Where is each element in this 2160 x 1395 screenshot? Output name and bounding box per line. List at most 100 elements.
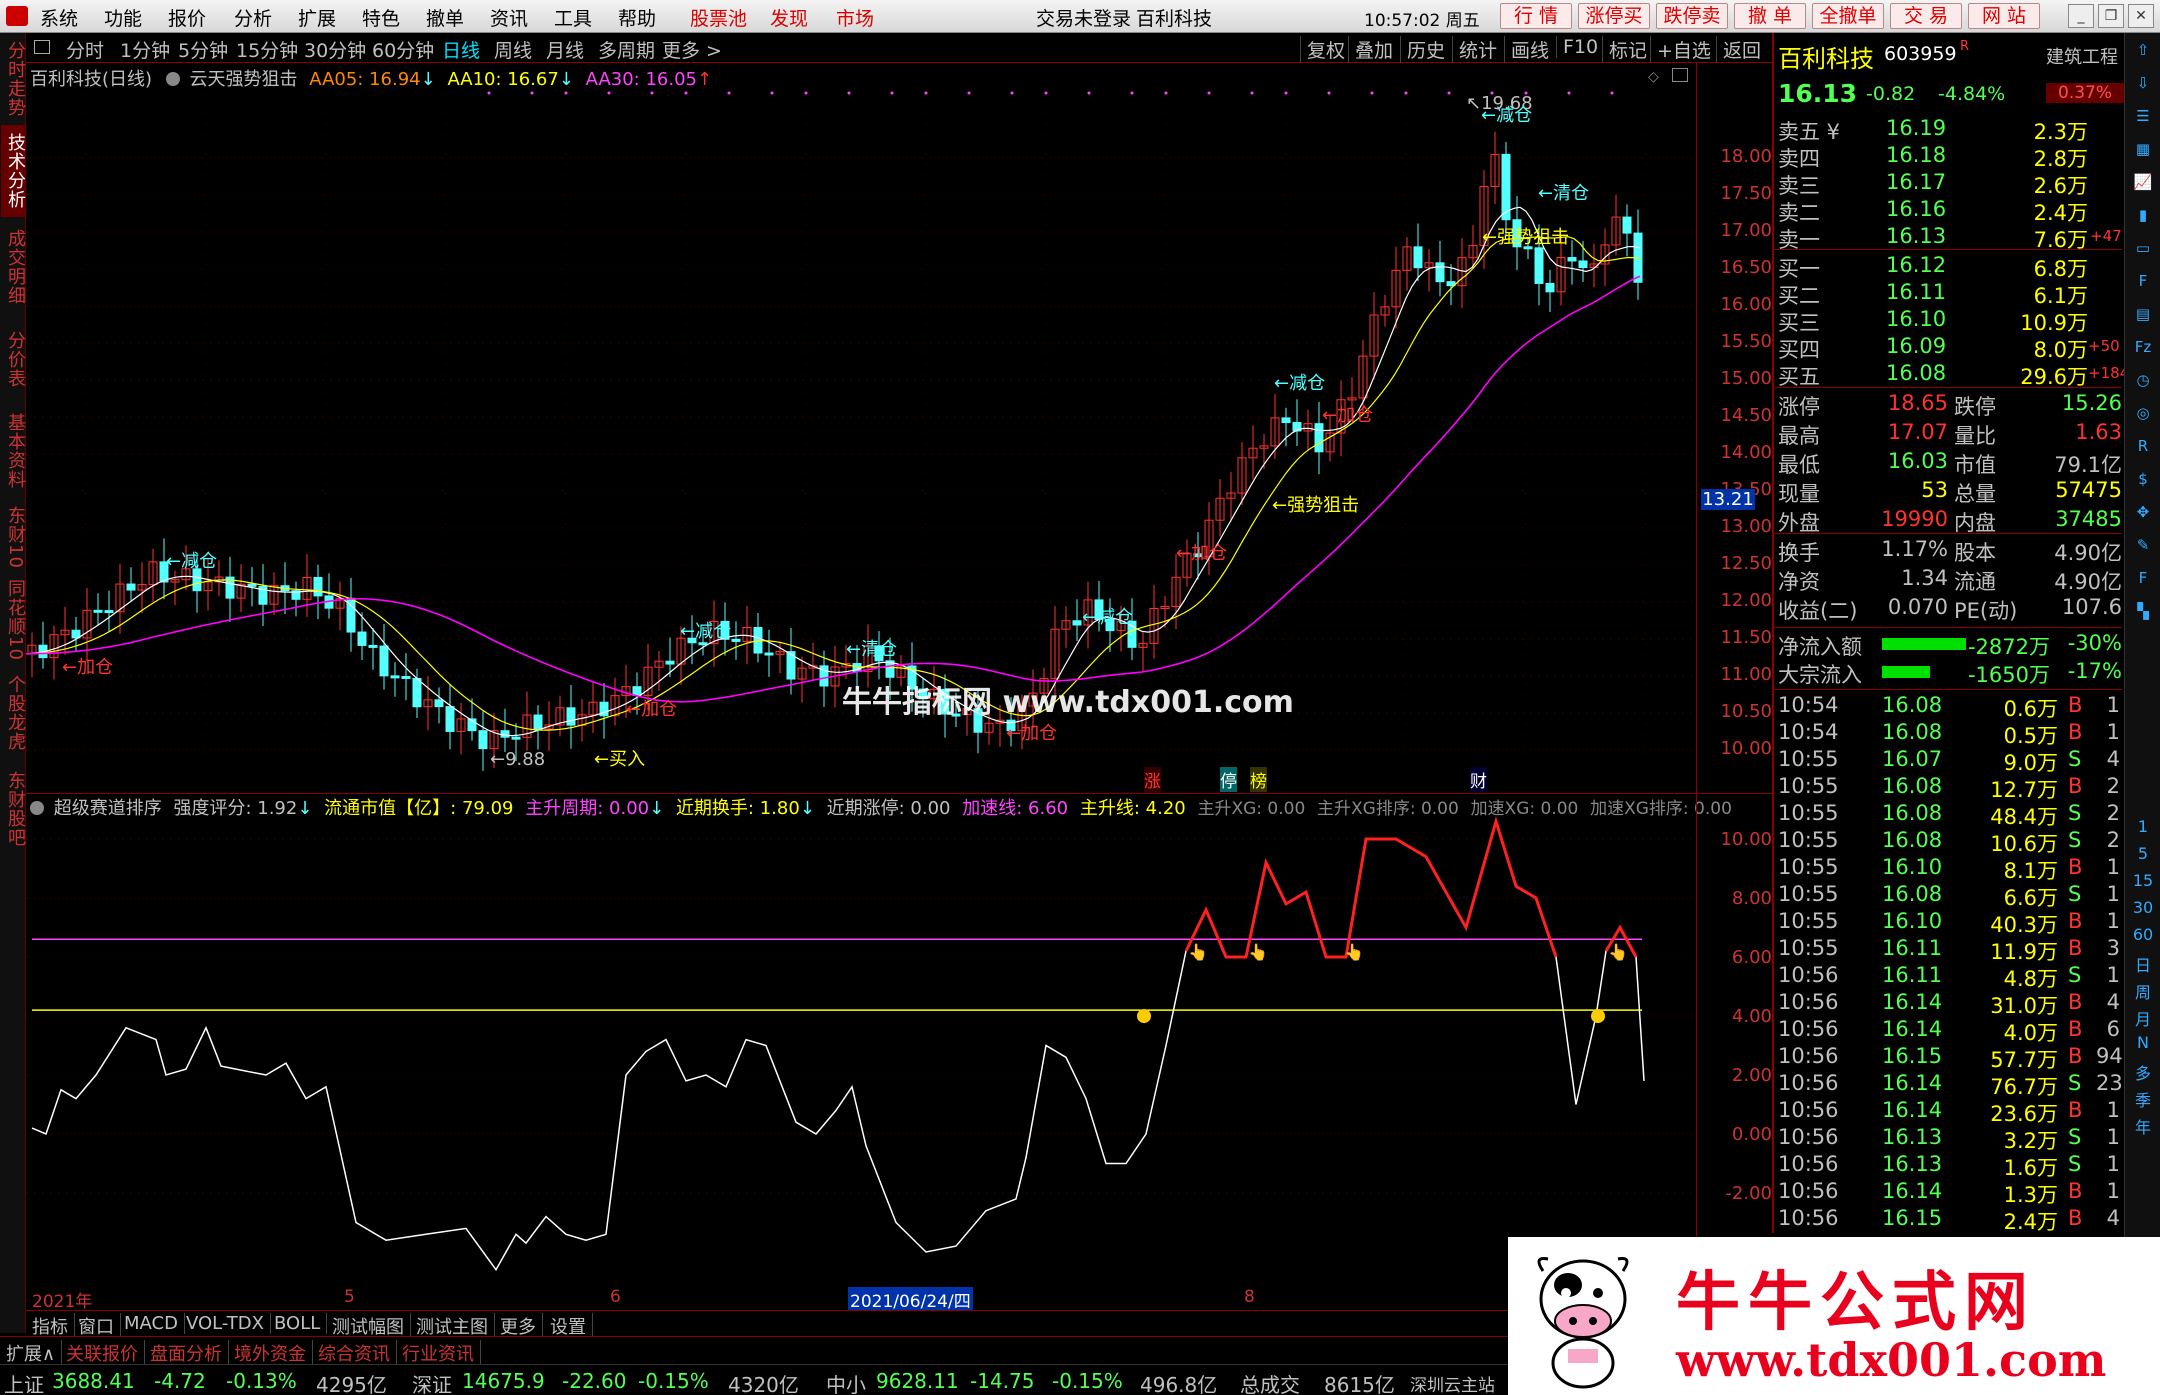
tab-price-table[interactable]: 分价表: [1, 317, 26, 401]
tool-history[interactable]: 历史: [1400, 36, 1445, 63]
cross-icon[interactable]: ✥: [2131, 503, 2155, 525]
indicator-toggle-icon[interactable]: [165, 72, 180, 86]
panel-toggle-icon[interactable]: [34, 40, 50, 54]
menu-extend[interactable]: 扩展: [298, 4, 336, 31]
right-period-2[interactable]: 15: [2131, 871, 2155, 893]
menu-market[interactable]: 市场: [836, 4, 874, 31]
right-period-3[interactable]: 30: [2131, 898, 2155, 920]
tool-stats[interactable]: 统计: [1452, 36, 1497, 63]
chart-settings-icon[interactable]: [1672, 68, 1688, 82]
ask-row[interactable]: 卖四 16.18 2.8万: [1778, 143, 2122, 171]
period-more[interactable]: 更多 >: [662, 36, 722, 63]
quick-trade-button[interactable]: 交 易: [1890, 3, 1962, 29]
restore-icon[interactable]: ❐: [2098, 4, 2124, 28]
event-tag-limitup[interactable]: 涨: [1144, 767, 1161, 792]
tool-add-watch[interactable]: +自选: [1650, 36, 1711, 63]
menu-help[interactable]: 帮助: [618, 4, 656, 31]
rsi-icon[interactable]: R: [2131, 437, 2155, 459]
period-monthly[interactable]: 月线: [546, 36, 584, 63]
quick-quote-button[interactable]: 行 情: [1500, 3, 1572, 29]
tool-mark[interactable]: 标记: [1602, 36, 1647, 63]
period-1min[interactable]: 1分钟: [120, 36, 170, 63]
tab-general-news[interactable]: 综合资讯: [318, 1340, 397, 1366]
tab-trades[interactable]: 成交明细: [1, 221, 26, 313]
ask-row[interactable]: 卖五 ¥ 16.19 2.3万: [1778, 116, 2122, 144]
coin-icon[interactable]: $: [2131, 470, 2155, 492]
tab-vol[interactable]: VOL-TDX: [186, 1313, 271, 1334]
ask-row[interactable]: 卖一 16.13 7.6万 +47: [1778, 224, 2122, 252]
menu-cancel[interactable]: 撤单: [426, 4, 464, 31]
chart-icon[interactable]: 📈: [2131, 173, 2155, 195]
tab-eastmoney10[interactable]: 东财10: [1, 501, 26, 573]
tool-back[interactable]: 返回: [1716, 36, 1761, 63]
tab-extend[interactable]: 扩展∧: [6, 1340, 63, 1366]
tool-adjust[interactable]: 复权: [1300, 36, 1345, 63]
fz-icon[interactable]: Fz: [2131, 338, 2155, 360]
event-tag-list[interactable]: 榜: [1250, 767, 1267, 792]
quick-cancel-all-button[interactable]: 全撤单: [1812, 3, 1884, 29]
tool-overlay[interactable]: 叠加: [1348, 36, 1393, 63]
menu-function[interactable]: 功能: [104, 4, 142, 31]
minimize-icon[interactable]: _: [2068, 4, 2094, 28]
sub-indicator-name[interactable]: 超级赛道排序: [54, 798, 162, 819]
tab-dragon-tiger[interactable]: 个股龙虎: [1, 667, 26, 759]
menu-quote[interactable]: 报价: [168, 4, 206, 31]
quick-limitup-buy-button[interactable]: 涨停买: [1578, 3, 1650, 29]
kline-chart[interactable]: 百利科技(日线) 云天强势狙击 AA05: 16.94↓ AA10: 16.67…: [26, 63, 1772, 793]
event-tag-halt[interactable]: 停: [1220, 767, 1237, 792]
period-weekly[interactable]: 周线: [494, 36, 532, 63]
tab-forum[interactable]: 东财股吧: [1, 763, 26, 855]
bid-row[interactable]: 买五 16.08 29.6万 +184: [1778, 361, 2129, 389]
pen-icon[interactable]: ✎: [2131, 536, 2155, 558]
fs-icon[interactable]: F: [2131, 569, 2155, 591]
tab-ths10[interactable]: 同花顺10: [1, 577, 26, 663]
bid-row[interactable]: 买三 16.10 10.9万: [1778, 307, 2122, 335]
tab-boll[interactable]: BOLL: [274, 1313, 328, 1334]
f10-icon[interactable]: F: [2131, 272, 2155, 294]
bid-row[interactable]: 买四 16.09 8.0万 +50: [1778, 334, 2122, 362]
period-daily[interactable]: 日线: [442, 36, 480, 63]
chart2-icon[interactable]: ▚: [2131, 602, 2155, 624]
right-period-9[interactable]: 多: [2131, 1060, 2155, 1083]
tab-intraday[interactable]: 分时走势: [1, 37, 26, 121]
tab-foreign-fund[interactable]: 境外资金: [234, 1340, 313, 1366]
period-intraday[interactable]: 分时: [66, 36, 104, 63]
quick-website-button[interactable]: 网 站: [1968, 3, 2040, 29]
bid-row[interactable]: 买二 16.11 6.1万: [1778, 280, 2122, 308]
period-5min[interactable]: 5分钟: [178, 36, 228, 63]
bid-row[interactable]: 买一 16.12 6.8万: [1778, 253, 2122, 281]
right-period-8[interactable]: N: [2131, 1033, 2155, 1055]
candle-icon[interactable]: ▮: [2131, 206, 2155, 228]
right-period-7[interactable]: 月: [2131, 1006, 2155, 1029]
menu-news[interactable]: 资讯: [490, 4, 528, 31]
up-arrow-icon[interactable]: ⇧: [2131, 41, 2155, 63]
fund-icon[interactable]: ▤: [2131, 305, 2155, 327]
tool-f10[interactable]: F10: [1556, 36, 1598, 58]
menu-system[interactable]: 系统: [40, 4, 78, 31]
tab-industry-news[interactable]: 行业资讯: [402, 1340, 481, 1366]
quick-cancel-button[interactable]: 撤 单: [1734, 3, 1806, 29]
right-period-1[interactable]: 5: [2131, 844, 2155, 866]
tab-fundamentals[interactable]: 基本资料: [1, 405, 26, 497]
flow-row[interactable]: 大宗流入 -1650万 -17%: [1778, 659, 2122, 687]
period-60min[interactable]: 60分钟: [372, 36, 434, 63]
quick-limitdown-sell-button[interactable]: 跌停卖: [1656, 3, 1728, 29]
grid-icon[interactable]: ▦: [2131, 140, 2155, 162]
close-icon[interactable]: ✕: [2128, 4, 2154, 28]
flow-row[interactable]: 净流入额 -2872万 -30%: [1778, 631, 2122, 659]
server-site[interactable]: 深圳云主站: [1410, 1371, 1495, 1395]
down-arrow-icon[interactable]: ⇩: [2131, 74, 2155, 96]
right-period-6[interactable]: 周: [2131, 979, 2155, 1002]
period-30min[interactable]: 30分钟: [304, 36, 366, 63]
tab-technical[interactable]: 技术分析: [1, 125, 26, 217]
period-15min[interactable]: 15分钟: [236, 36, 298, 63]
diamond-icon[interactable]: ◇: [1648, 69, 1659, 85]
quote-sector[interactable]: 建筑工程: [2046, 43, 2118, 69]
tab-related-quote[interactable]: 关联报价: [66, 1340, 145, 1366]
right-period-10[interactable]: 季: [2131, 1087, 2155, 1110]
clock-icon[interactable]: ◷: [2131, 371, 2155, 393]
ask-row[interactable]: 卖三 16.17 2.6万: [1778, 170, 2122, 198]
right-period-4[interactable]: 60: [2131, 925, 2155, 947]
gauge-icon[interactable]: ◎: [2131, 404, 2155, 426]
menu-stock-pool[interactable]: 股票池: [690, 4, 747, 31]
